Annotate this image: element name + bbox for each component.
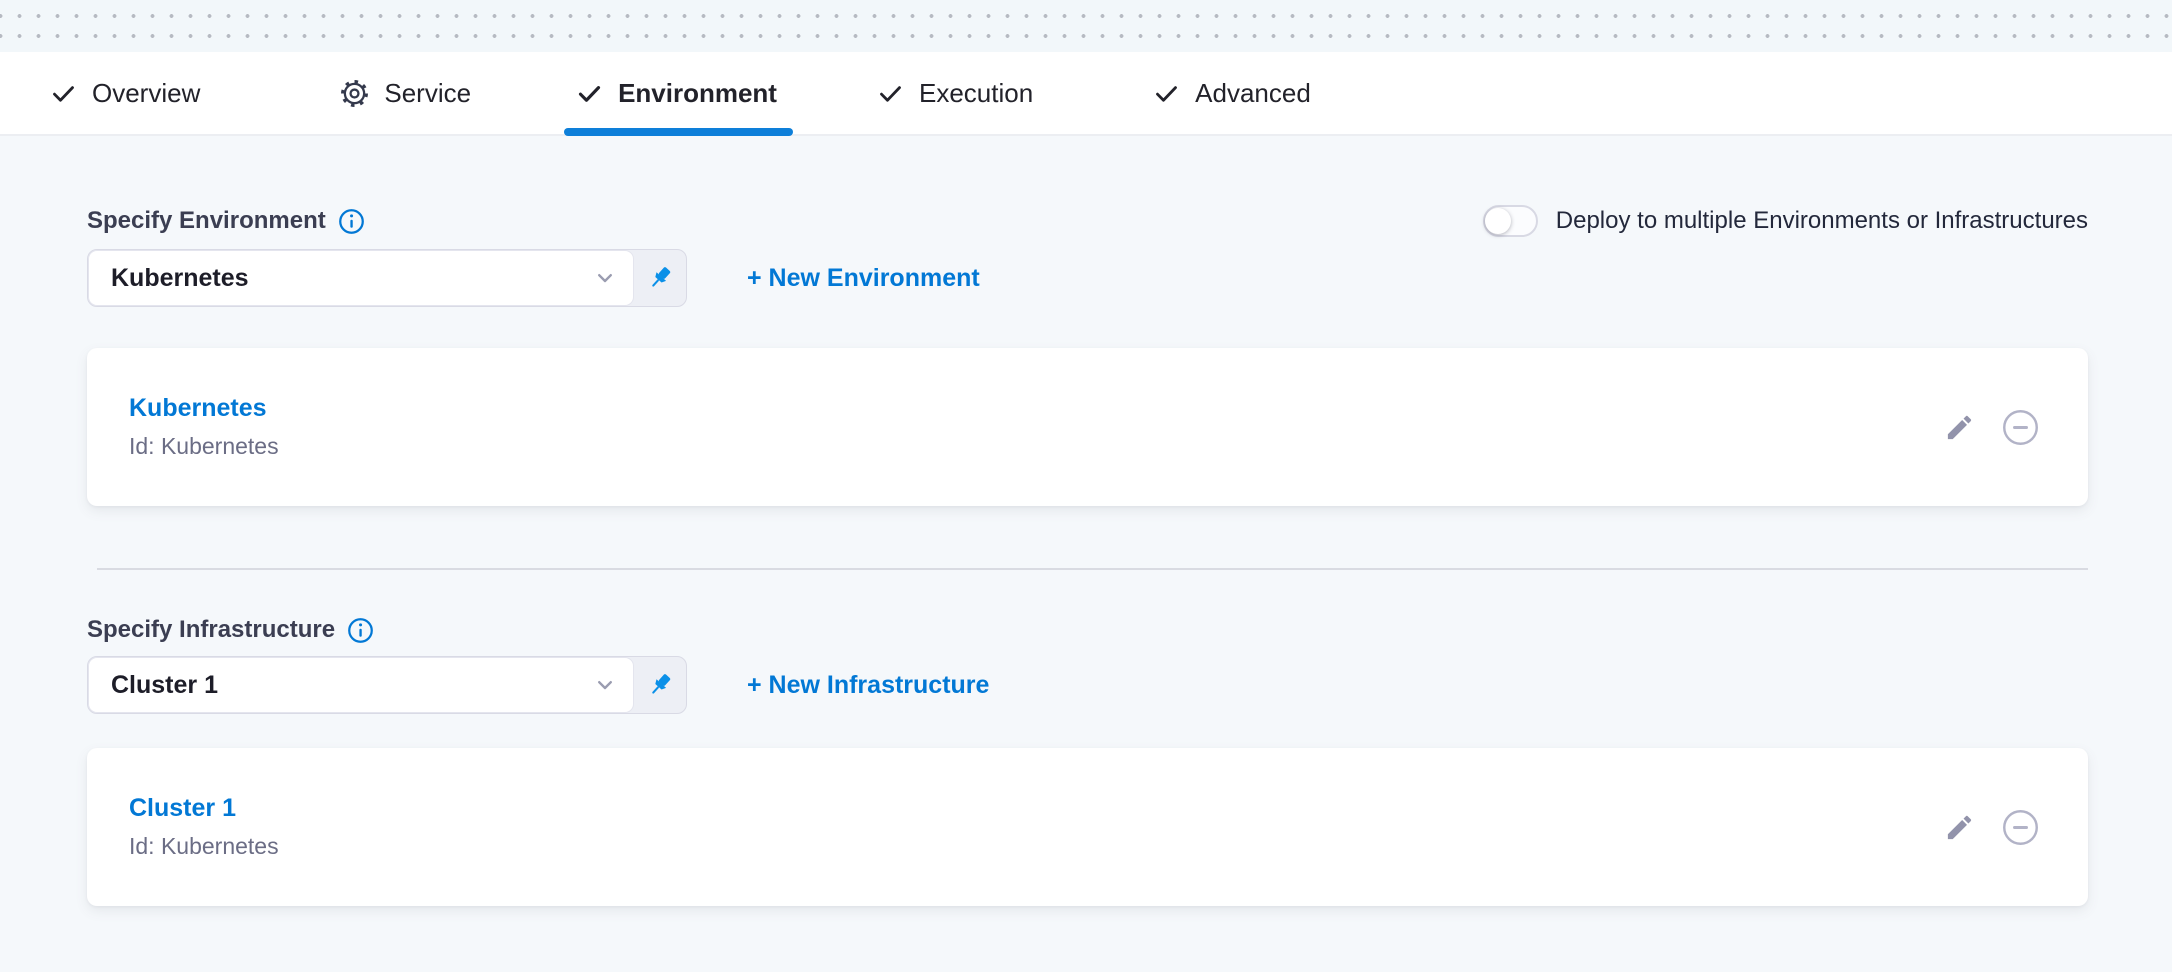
minus-circle-icon [2001,808,2040,847]
environment-card-text: Kubernetes Id: Kubernetes [129,394,279,460]
remove-infrastructure-button[interactable] [2001,808,2040,847]
pencil-icon [1944,412,1975,443]
new-environment-button[interactable]: + New Environment [747,264,980,293]
infrastructure-section-header: Specify Infrastructure [87,570,2088,644]
toggle-knob [1485,208,1511,234]
multi-env-toggle-group: Deploy to multiple Environments or Infra… [1483,205,2088,237]
pin-environment-button[interactable] [634,250,686,306]
stage-tabbar: Overview Service Environment Execution A… [0,52,2172,136]
infrastructure-select-row: Cluster 1 + New Infrastructure [87,656,2088,714]
gear-icon [340,79,369,108]
infrastructure-card-id: Id: Kubernetes [129,833,279,860]
environment-select[interactable]: Kubernetes [88,250,634,306]
pin-infrastructure-button[interactable] [634,657,686,713]
check-icon [1153,80,1180,107]
tab-label: Environment [618,78,777,109]
remove-environment-button[interactable] [2001,408,2040,447]
info-icon[interactable] [347,617,374,644]
tab-label: Overview [92,78,200,109]
environment-select-row: Kubernetes + New Environment [87,249,2088,307]
environment-select-value: Kubernetes [111,264,249,293]
infrastructure-card-title-link[interactable]: Cluster 1 [129,794,279,823]
infrastructure-card-text: Cluster 1 Id: Kubernetes [129,794,279,860]
tab-label: Service [384,78,471,109]
pin-icon [645,670,675,700]
environment-select-group: Kubernetes [87,249,687,307]
tab-service[interactable]: Service [340,52,471,134]
environment-tab-panel: Specify Environment Deploy to multiple E… [0,136,2172,906]
specify-environment-label: Specify Environment [87,207,326,235]
environment-section-header: Specify Environment Deploy to multiple E… [87,136,2088,237]
info-icon[interactable] [338,208,365,235]
infrastructure-select-value: Cluster 1 [111,671,218,700]
chevron-down-icon [593,673,617,697]
new-infrastructure-button[interactable]: + New Infrastructure [747,671,989,700]
tab-overview[interactable]: Overview [50,52,200,134]
check-icon [877,80,904,107]
tab-execution[interactable]: Execution [877,52,1033,134]
infrastructure-card-actions [1944,808,2040,847]
infrastructure-select-group: Cluster 1 [87,656,687,714]
environment-card: Kubernetes Id: Kubernetes [87,348,2088,506]
edit-infrastructure-button[interactable] [1944,812,1975,843]
deploy-multiple-toggle[interactable] [1483,205,1538,237]
check-icon [576,80,603,107]
pencil-icon [1944,812,1975,843]
deploy-multiple-toggle-label: Deploy to multiple Environments or Infra… [1556,207,2088,235]
check-icon [50,80,77,107]
environment-card-id: Id: Kubernetes [129,433,279,460]
chevron-down-icon [593,266,617,290]
environment-card-title-link[interactable]: Kubernetes [129,394,279,423]
minus-circle-icon [2001,408,2040,447]
infrastructure-card: Cluster 1 Id: Kubernetes [87,748,2088,906]
environment-card-actions [1944,408,2040,447]
tab-environment[interactable]: Environment [576,52,777,134]
tab-advanced[interactable]: Advanced [1153,52,1311,134]
tab-label: Advanced [1195,78,1311,109]
infrastructure-select[interactable]: Cluster 1 [88,657,634,713]
dotted-pattern-strip [0,0,2172,52]
specify-infrastructure-label: Specify Infrastructure [87,616,335,644]
edit-environment-button[interactable] [1944,412,1975,443]
tab-label: Execution [919,78,1033,109]
pin-icon [645,263,675,293]
